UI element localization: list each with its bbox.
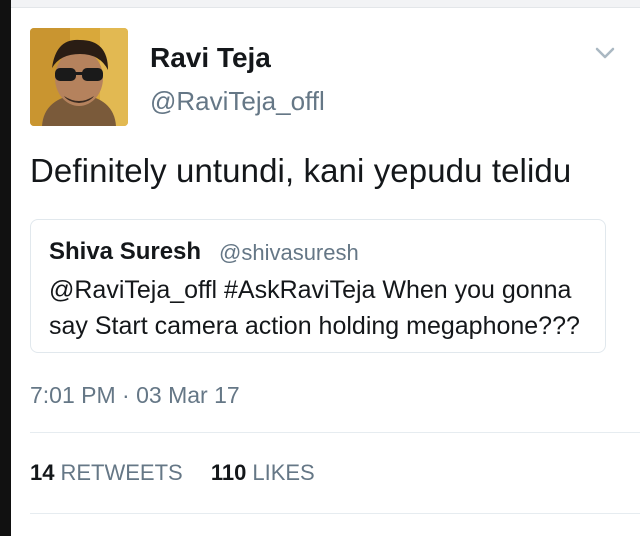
likes-stat[interactable]: 110 LIKES (211, 460, 315, 485)
tweet-timestamp[interactable]: 7:01 PM · 03 Mar 17 (30, 382, 240, 409)
quoted-author-name: Shiva Suresh (49, 238, 202, 265)
author-handle[interactable]: @RaviTeja_offl (150, 86, 325, 117)
tweet-stats: 14 RETWEETS 110 LIKES (30, 460, 337, 486)
likes-count: 110 (210, 460, 247, 485)
divider (30, 432, 640, 433)
chevron-down-icon[interactable] (593, 44, 617, 62)
author-name[interactable]: Ravi Teja (150, 42, 271, 74)
tweet-text: Definitely untundi, kani yepudu telidu (30, 152, 572, 189)
avatar[interactable] (30, 28, 128, 126)
likes-label: LIKES (252, 460, 315, 485)
retweets-label: RETWEETS (60, 460, 183, 485)
quoted-tweet[interactable]: Shiva Suresh @shivasuresh @RaviTeja_offl… (30, 219, 606, 353)
top-separator (11, 0, 640, 8)
avatar-image (30, 28, 128, 126)
quoted-tweet-text: @RaviTeja_offl #AskRaviTeja When you gon… (49, 276, 580, 340)
left-edge-bar (0, 0, 11, 536)
retweets-count: 14 (30, 460, 55, 485)
retweets-stat[interactable]: 14 RETWEETS (30, 460, 183, 485)
divider (30, 513, 640, 514)
quoted-author-handle: @shivasuresh (219, 240, 359, 265)
